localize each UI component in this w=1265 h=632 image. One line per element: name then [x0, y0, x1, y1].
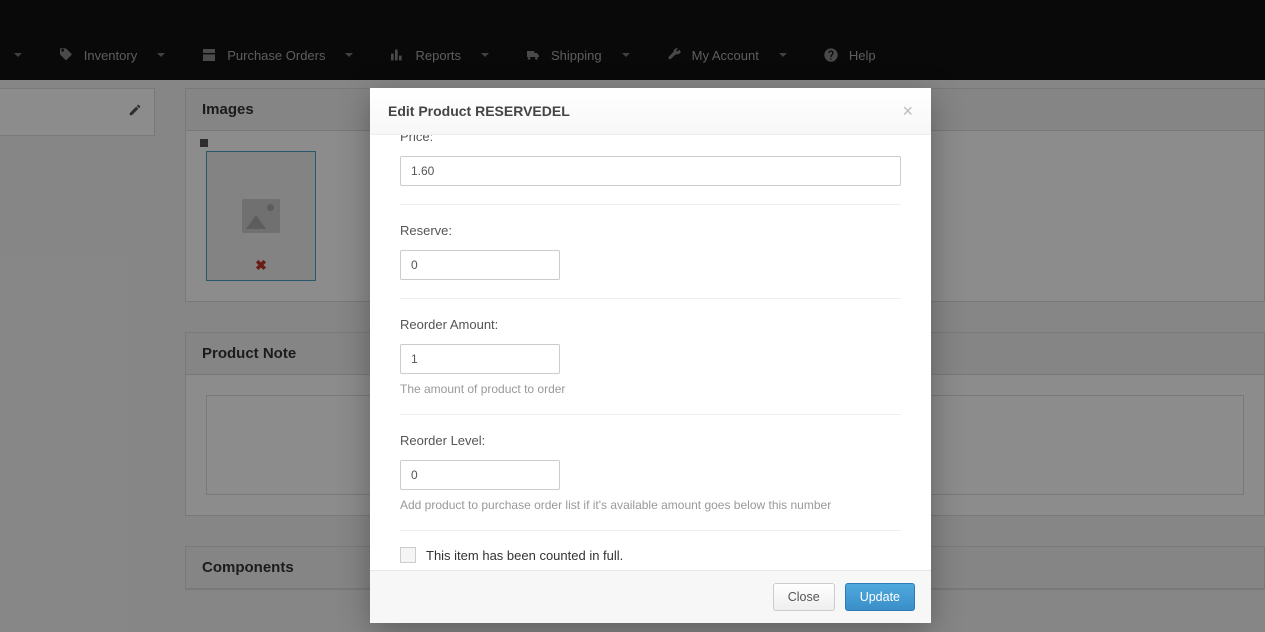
reserve-input[interactable] — [400, 250, 560, 280]
reorder-level-input[interactable] — [400, 460, 560, 490]
edit-product-modal: Edit Product RESERVEDEL × Price: Reserve… — [370, 88, 931, 623]
counted-checkbox-row: This item has been counted in full. — [400, 531, 901, 570]
reserve-label: Reserve: — [400, 223, 901, 238]
form-group-price: Price: — [400, 135, 901, 205]
reorder-level-label: Reorder Level: — [400, 433, 901, 448]
form-group-reserve: Reserve: — [400, 205, 901, 299]
counted-label: This item has been counted in full. — [426, 548, 623, 563]
close-icon[interactable]: × — [902, 102, 913, 120]
modal-footer: Close Update — [370, 570, 931, 623]
modal-body: Price: Reserve: Reorder Amount: The amou… — [370, 135, 931, 570]
form-group-reorder-amount: Reorder Amount: The amount of product to… — [400, 299, 901, 415]
counted-checkbox[interactable] — [400, 547, 416, 563]
price-input[interactable] — [400, 156, 901, 186]
modal-header: Edit Product RESERVEDEL × — [370, 88, 931, 135]
form-group-reorder-level: Reorder Level: Add product to purchase o… — [400, 415, 901, 531]
reorder-amount-label: Reorder Amount: — [400, 317, 901, 332]
reorder-level-help: Add product to purchase order list if it… — [400, 498, 901, 512]
reorder-amount-help: The amount of product to order — [400, 382, 901, 396]
price-label: Price: — [400, 135, 901, 144]
close-button[interactable]: Close — [773, 583, 835, 611]
reorder-amount-input[interactable] — [400, 344, 560, 374]
update-button[interactable]: Update — [845, 583, 915, 611]
modal-title: Edit Product RESERVEDEL — [388, 103, 570, 119]
